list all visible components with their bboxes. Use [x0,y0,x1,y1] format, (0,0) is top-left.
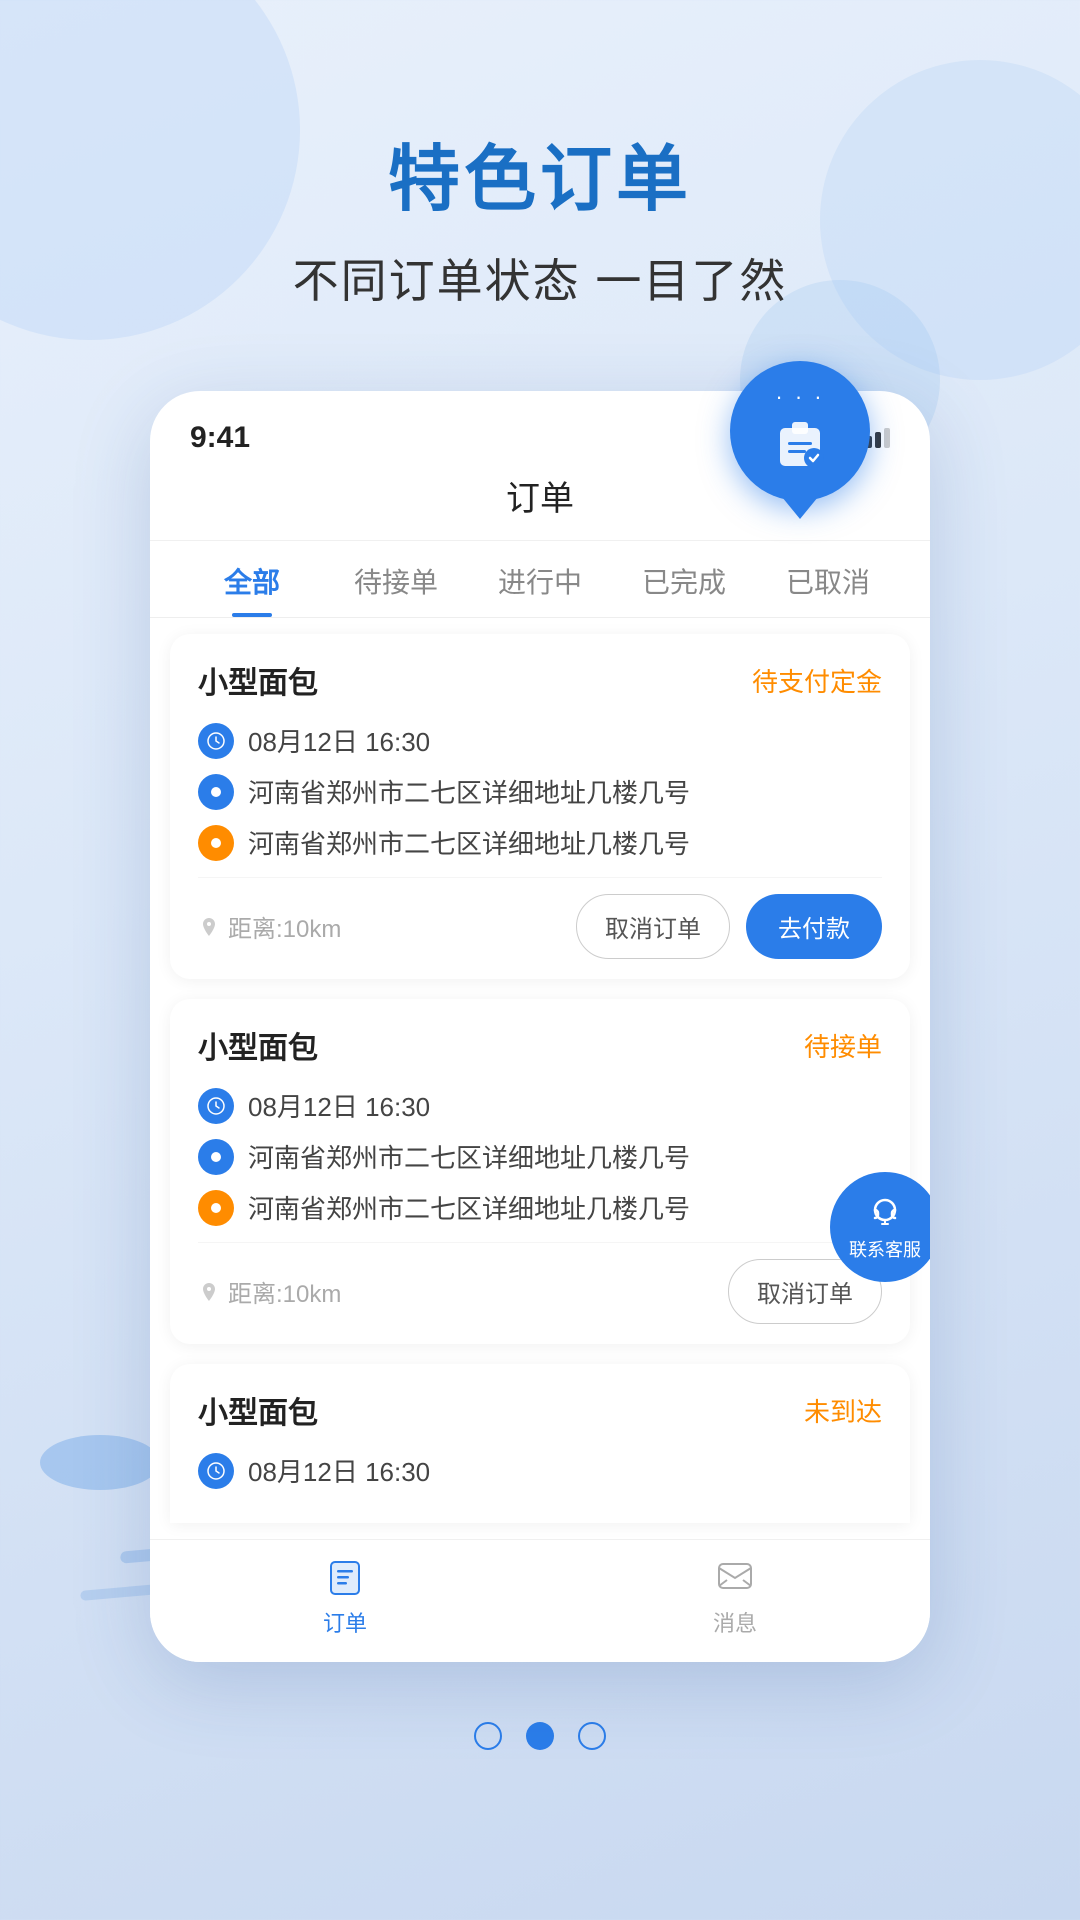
order-footer-1: 距离:10km 取消订单 去付款 [198,877,882,959]
signal-bar-3 [875,432,881,448]
tab-all[interactable]: 全部 [180,541,324,617]
signal-bar-4 [884,428,890,448]
tab-cancelled[interactable]: 已取消 [756,541,900,617]
order-card-2: 小型面包 待接单 08月12日 16:30 河南省郑州市二七区详细地址几楼几 [170,999,910,1344]
hero-title: 特色订单 [60,120,1020,225]
order-type-3: 小型面包 [198,1388,318,1432]
footer-buttons-1: 取消订单 去付款 [576,894,882,959]
order-header-1: 小型面包 待支付定金 [198,658,882,702]
customer-service-button[interactable]: 联系客服 [830,1172,930,1282]
nav-orders-label: 订单 [323,1606,367,1638]
floating-badge: · · · [730,361,870,501]
start-icon-2 [198,1139,234,1175]
cancel-order-button-1[interactable]: 取消订单 [576,894,730,959]
orders-list: 小型面包 待支付定金 08月12日 16:30 河南省郑州市二七区详细地址几楼几… [150,634,930,1523]
order-time-row-3: 08月12日 16:30 [198,1452,882,1489]
start-icon-1 [198,774,234,810]
cs-button-label: 联系客服 [849,1236,921,1262]
order-datetime-1: 08月12日 16:30 [248,722,430,759]
clipboard-icon [770,414,830,474]
order-time-row-2: 08月12日 16:30 [198,1087,882,1124]
messages-nav-icon [713,1556,757,1600]
dot-1[interactable] [474,1722,502,1750]
order-type-2: 小型面包 [198,1023,318,1067]
distance-info-2: 距离:10km [198,1274,341,1309]
badge-content: · · · [770,384,830,479]
phone-screen: 9:41 订单 全部 待接单 进行中 [150,391,930,1662]
bottom-nav: 订单 消息 [150,1539,930,1662]
bg-decoration-oval [40,1435,160,1490]
order-header-2: 小型面包 待接单 [198,1023,882,1067]
order-from-row-2: 河南省郑州市二七区详细地址几楼几号 [198,1138,882,1175]
order-from-2: 河南省郑州市二七区详细地址几楼几号 [248,1138,690,1175]
hero-subtitle: 不同订单状态 一目了然 [60,245,1020,311]
distance-text-2: 距离:10km [228,1274,341,1309]
nav-messages-label: 消息 [713,1606,757,1638]
order-to-2: 河南省郑州市二七区详细地址几楼几号 [248,1189,690,1226]
order-card-3: 小型面包 未到达 08月12日 16:30 [170,1364,910,1523]
order-to-row-2: 河南省郑州市二七区详细地址几楼几号 [198,1189,882,1226]
time-icon-1 [198,723,234,759]
order-type-1: 小型面包 [198,658,318,702]
order-status-2: 待接单 [804,1027,882,1064]
order-status-3: 未到达 [804,1392,882,1429]
phone-mockup-area: · · · 9:41 [150,391,930,1662]
distance-info-1: 距离:10km [198,909,341,944]
end-icon-1 [198,825,234,861]
badge-dots: · · · [770,384,830,410]
order-status-1: 待支付定金 [752,662,882,699]
pagination [0,1662,1080,1830]
location-icon-2 [198,1281,220,1303]
tab-pending-accept[interactable]: 待接单 [324,541,468,617]
end-icon-2 [198,1190,234,1226]
nav-messages[interactable]: 消息 [713,1556,757,1638]
nav-orders[interactable]: 订单 [323,1556,367,1638]
hero-section: 特色订单 不同订单状态 一目了然 [0,0,1080,351]
dot-2[interactable] [526,1722,554,1750]
tab-bar: 全部 待接单 进行中 已完成 已取消 [150,541,930,618]
order-to-row-1: 河南省郑州市二七区详细地址几楼几号 [198,824,882,861]
tab-completed[interactable]: 已完成 [612,541,756,617]
time-icon-3 [198,1453,234,1489]
order-to-1: 河南省郑州市二七区详细地址几楼几号 [248,824,690,861]
pay-button-1[interactable]: 去付款 [746,894,882,959]
status-time: 9:41 [190,421,250,455]
distance-text-1: 距离:10km [228,909,341,944]
tab-in-progress[interactable]: 进行中 [468,541,612,617]
order-card-2-wrapper: 小型面包 待接单 08月12日 16:30 河南省郑州市二七区详细地址几楼几 [170,999,910,1344]
order-card-1: 小型面包 待支付定金 08月12日 16:30 河南省郑州市二七区详细地址几楼几… [170,634,910,979]
order-from-row-1: 河南省郑州市二七区详细地址几楼几号 [198,773,882,810]
order-datetime-3: 08月12日 16:30 [248,1452,430,1489]
order-from-1: 河南省郑州市二七区详细地址几楼几号 [248,773,690,810]
dot-3[interactable] [578,1722,606,1750]
order-datetime-2: 08月12日 16:30 [248,1087,430,1124]
order-footer-2: 距离:10km 取消订单 [198,1242,882,1324]
order-time-row-1: 08月12日 16:30 [198,722,882,759]
time-icon-2 [198,1088,234,1124]
orders-nav-icon [323,1556,367,1600]
order-header-3: 小型面包 未到达 [198,1388,882,1432]
headset-icon [865,1192,905,1232]
location-icon-1 [198,916,220,938]
